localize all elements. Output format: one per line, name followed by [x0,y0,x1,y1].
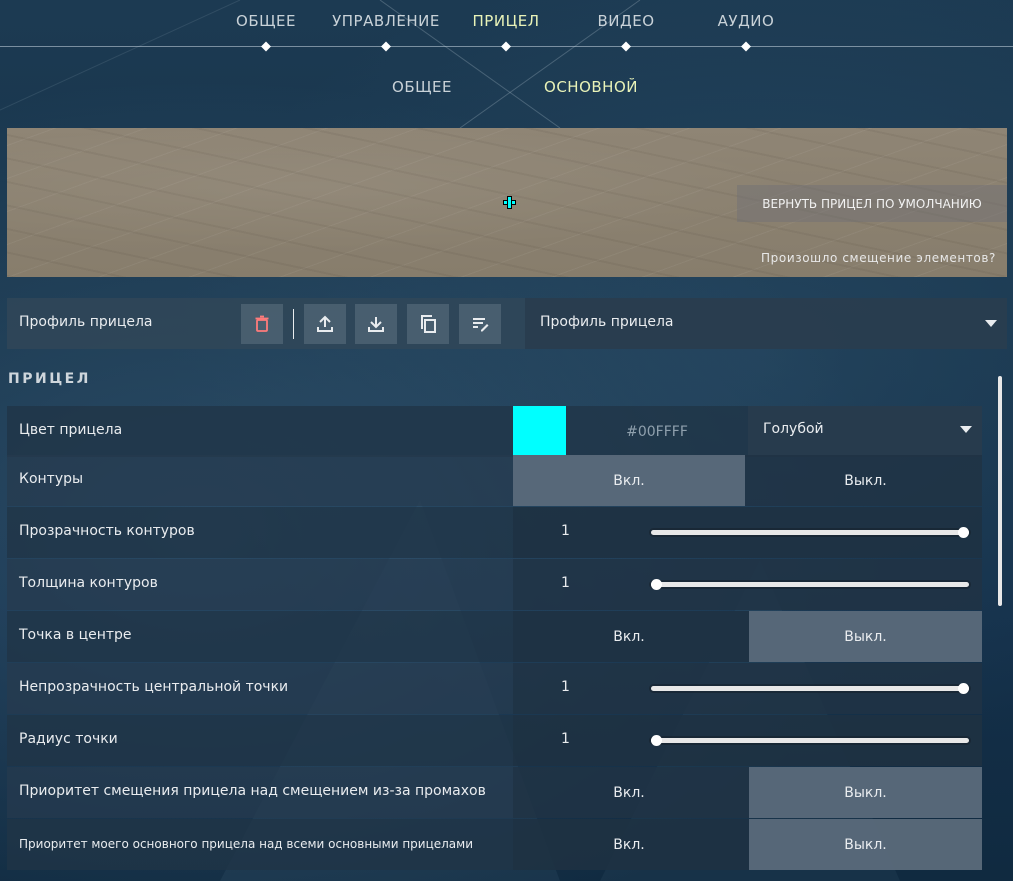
copy-profile-button[interactable] [407,304,449,344]
setting-label: Цвет прицела [19,422,123,438]
setting-label: Точка в центре [19,627,132,643]
setting-row-center-dot-opacity: Непрозрачность центральной точки 1 [7,663,982,714]
setting-row-outlines: Контуры Вкл. Выкл. [7,455,982,506]
download-icon [368,317,384,332]
setting-row-crosshair-color: Цвет прицела #00FFFF Голубой [7,406,982,457]
slider-knob[interactable] [651,735,662,746]
reset-crosshair-button[interactable]: ВЕРНУТЬ ПРИЦЕЛ ПО УМОЛЧАНИЮ [737,185,1007,222]
slider-track[interactable] [651,579,969,590]
slider-value[interactable]: 1 [513,731,618,747]
slider-group: 1 [513,715,982,766]
toggle-off-option[interactable]: Выкл. [749,819,982,870]
slider-track[interactable] [651,735,969,746]
top-navigation: ОБЩЕЕ УПРАВЛЕНИЕ ПРИЦЕЛ ВИДЕО АУДИО [0,0,1013,60]
toggle-on-option[interactable]: Вкл. [513,767,745,818]
setting-row-outline-thickness: Толщина контуров 1 [7,559,982,610]
chevron-down-icon [960,426,972,433]
slider-group: 1 [513,559,982,610]
tab-marker [501,41,511,52]
setting-label: Прозрачность контуров [19,523,195,539]
rename-icon [473,318,489,332]
subtab-general[interactable]: ОБЩЕЕ [392,78,452,96]
crosshair-icon [504,197,515,208]
subtab-primary[interactable]: ОСНОВНОЙ [544,78,638,96]
copy-icon [421,315,436,333]
toggle-on-option[interactable]: Вкл. [513,819,745,870]
setting-row-primary-override: Приоритет моего основного прицела над вс… [7,819,982,870]
toggle-group: Вкл. Выкл. [513,819,982,870]
toggle-group: Вкл. Выкл. [513,767,982,818]
chevron-down-icon [985,320,997,327]
setting-row-center-dot: Точка в центре Вкл. Выкл. [7,611,982,662]
profile-label: Профиль прицела [19,314,153,330]
toggle-off-option[interactable]: Выкл. [749,611,982,662]
tab-video[interactable]: ВИДЕО [597,12,654,30]
slider-knob[interactable] [958,683,969,694]
slider-knob[interactable] [958,527,969,538]
scrollbar[interactable] [998,376,1002,606]
toggle-on-option[interactable]: Вкл. [513,455,745,506]
toggle-off-option[interactable]: Выкл. [749,767,982,818]
tab-audio[interactable]: АУДИО [718,12,775,30]
crosshair-preview: ВЕРНУТЬ ПРИЦЕЛ ПО УМОЛЧАНИЮ Произошло см… [7,128,1007,277]
toggle-on-option[interactable]: Вкл. [513,611,745,662]
slider-group: 1 [513,507,982,558]
upload-icon [317,315,333,332]
toggle-group: Вкл. Выкл. [513,611,982,662]
tab-crosshair[interactable]: ПРИЦЕЛ [473,12,540,30]
tab-marker [261,41,271,52]
setting-label: Радиус точки [19,731,118,747]
setting-label: Непрозрачность центральной точки [19,679,289,695]
toggle-group: Вкл. Выкл. [513,455,982,506]
setting-row-outline-opacity: Прозрачность контуров 1 [7,507,982,558]
profile-dropdown-value: Профиль прицела [540,314,674,330]
tab-controls[interactable]: УПРАВЛЕНИЕ [332,12,440,30]
export-profile-button[interactable] [304,304,346,344]
color-swatch[interactable] [513,406,566,455]
setting-label: Приоритет смещения прицела над смещением… [19,783,486,799]
color-dropdown[interactable]: Голубой [748,406,982,455]
setting-label: Толщина контуров [19,575,158,591]
delete-icon [255,315,269,332]
tab-marker [621,41,631,52]
profile-dropdown[interactable]: Профиль прицела [525,298,1007,349]
color-hex-value[interactable]: #00FFFF [566,406,748,457]
tab-general[interactable]: ОБЩЕЕ [236,12,296,30]
elements-shifted-link[interactable]: Произошло смещение элементов? [761,251,996,265]
slider-track[interactable] [651,683,969,694]
slider-value[interactable]: 1 [513,679,618,695]
setting-row-center-dot-radius: Радиус точки 1 [7,715,982,766]
slider-value[interactable]: 1 [513,575,618,591]
slider-group: 1 [513,663,982,714]
setting-label: Контуры [19,471,84,487]
profile-bar: Профиль прицела Профиль прицела [7,298,1007,349]
setting-label: Приоритет моего основного прицела над вс… [19,837,474,851]
setting-row-firing-error-override: Приоритет смещения прицела над смещением… [7,767,982,818]
slider-value[interactable]: 1 [513,523,618,539]
tab-marker [741,41,751,52]
import-profile-button[interactable] [355,304,397,344]
tab-marker [381,41,391,52]
slider-knob[interactable] [651,579,662,590]
slider-track[interactable] [651,527,969,538]
delete-profile-button[interactable] [241,304,283,344]
toolbar-separator [293,309,294,339]
section-title: ПРИЦЕЛ [8,371,91,387]
color-dropdown-value: Голубой [763,421,824,437]
toggle-off-option[interactable]: Выкл. [749,455,982,506]
rename-profile-button[interactable] [459,304,501,344]
